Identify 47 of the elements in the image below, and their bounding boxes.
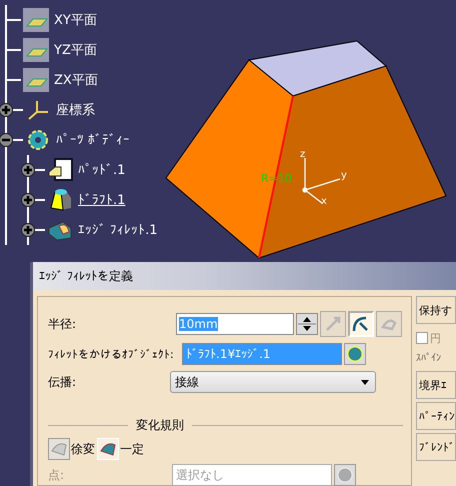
axis-label: x <box>321 196 327 207</box>
pad-icon <box>47 158 73 182</box>
section-title: 変化規則 <box>136 417 184 434</box>
expand-button[interactable] <box>21 163 35 177</box>
tree-item-label[interactable]: ｴｯｼﾞ ﾌｨﾚｯﾄ.1 <box>78 222 158 238</box>
tree-item-label[interactable]: ZX平面 <box>54 71 98 89</box>
law-option-button[interactable]: 一定 <box>97 438 144 460</box>
collapse-button[interactable] <box>0 133 13 147</box>
plane-icon <box>23 68 49 92</box>
expand-button[interactable] <box>21 223 35 237</box>
side-button[interactable]: ﾊﾟｰﾃｨﾝ <box>416 402 456 430</box>
side-button[interactable]: ﾌﾞﾚﾝﾄﾞ <box>416 433 456 461</box>
tree-item-label[interactable]: 座標系 <box>56 101 95 119</box>
side-button[interactable]: 保持す <box>416 296 456 324</box>
dimension-label: R=10 <box>261 172 292 185</box>
tree-item-label[interactable]: ﾊﾟｯﾄﾞ.1 <box>78 162 126 178</box>
axis-triad-drawing <box>302 158 340 204</box>
axis-label: y <box>341 170 347 181</box>
propagation-label: 伝播: <box>48 374 78 390</box>
spinner-icon[interactable] <box>296 313 318 335</box>
plus-icon <box>1 105 11 115</box>
arc-icon <box>352 315 370 333</box>
plus-icon <box>23 165 33 175</box>
expand-button[interactable] <box>0 103 13 117</box>
caret-icon <box>361 380 369 384</box>
propagation-dropdown[interactable]: 接線 <box>170 371 376 393</box>
tree-item-label[interactable]: XY平面 <box>54 11 97 29</box>
plus-icon <box>23 225 33 235</box>
expand-button[interactable] <box>21 193 35 207</box>
plane-icon <box>23 38 49 62</box>
side-label: ｽﾊﾟｲﾝ <box>416 352 442 366</box>
gear-icon <box>25 128 51 152</box>
axis-label: z <box>300 149 306 160</box>
radius-label: 半径: <box>48 316 78 332</box>
tree-item-label[interactable]: ﾄﾞﾗﾌﾄ.1 <box>78 192 126 208</box>
dialog-title: ｴｯｼﾞ ﾌｨﾚｯﾄを定義 <box>33 262 456 290</box>
tree-item-label[interactable]: ﾊﾟｰﾂ ﾎﾞﾃﾞｨｰ <box>56 132 130 148</box>
point-label: 点: <box>48 466 66 484</box>
selected-edge[interactable] <box>258 96 294 258</box>
globe-icon[interactable] <box>344 343 366 365</box>
tree-item-label[interactable]: YZ平面 <box>54 41 97 59</box>
law-option-button[interactable]: 徐変 <box>48 438 95 460</box>
object-label: ﾌｨﾚｯﾄをかけるｵﾌﾞｼﾞｪｸﾄ: <box>48 348 175 360</box>
plus-icon <box>23 195 33 205</box>
side-button[interactable]: 境界ｴ <box>416 371 456 399</box>
arrow-icon <box>324 315 342 333</box>
plane-icon <box>23 8 49 32</box>
